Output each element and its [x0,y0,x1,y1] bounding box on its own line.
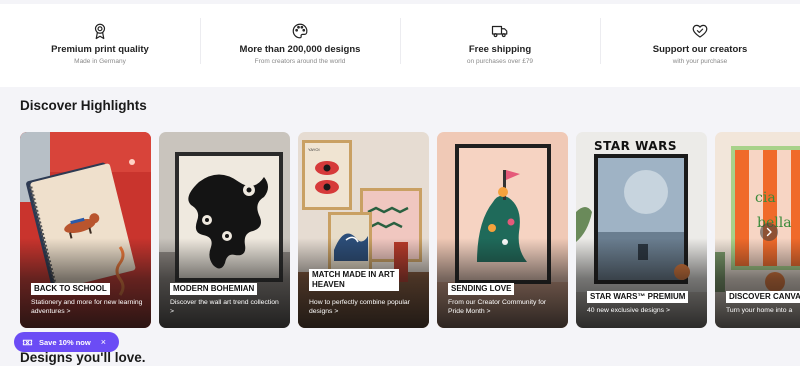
card-description: Stationery and more for new learning adv… [31,299,143,315]
chevron-right-icon [766,227,772,237]
usp-premium-quality: Premium print quality Made in Germany [0,4,200,87]
usp-support-creators: Support our creators with your purchase [600,4,800,87]
award-icon [91,22,109,40]
usp-free-shipping: Free shipping on purchases over £79 [400,4,600,87]
promo-label: Save 10% now [39,337,91,347]
card-label: SENDING LOVE [448,283,515,295]
highlights-title: Discover Highlights [20,98,147,113]
card-description: Discover the wall art trend collection > [170,299,279,315]
card-label: MATCH MADE IN ART HEAVEN [309,269,399,291]
close-icon[interactable]: × [101,337,106,347]
heart-handshake-icon [691,22,709,40]
usp-subtitle: with your purchase [672,58,728,65]
usp-subtitle: on purchases over £79 [466,58,534,65]
usp-subtitle: From creators around the world [254,58,346,65]
usp-title: Free shipping [468,44,532,55]
usp-title: Support our creators [652,44,748,55]
usp-designs: More than 200,000 designs From creators … [200,4,400,87]
usp-bar: Premium print quality Made in Germany Mo… [0,4,800,87]
card-description: Turn your home into a [726,307,793,314]
truck-icon [491,22,509,40]
card-label: STAR WARS™ PREMIUM [587,291,689,303]
card-description: How to perfectly combine popular designs… [309,299,410,315]
svg-text:cia: cia [755,190,776,206]
poster-title-star-wars: STAR WARS [594,139,677,153]
highlight-card-match-made[interactable]: YAYOI MATCH MADE IN ART HEAVEN How to pe… [298,132,429,328]
highlight-card-back-to-school[interactable]: BACK TO SCHOOL Stationery and more for n… [20,132,151,328]
svg-text:YAYOI: YAYOI [308,147,320,152]
highlights-carousel: BACK TO SCHOOL Stationery and more for n… [20,132,800,328]
carousel-next-button[interactable] [760,223,778,241]
card-label: MODERN BOHEMIAN [170,283,258,295]
card-description: From our Creator Community for Pride Mon… [448,299,547,315]
ticket-icon [22,337,33,348]
highlight-card-discover-canvas[interactable]: cia bella DISCOVER CANVA Turn your home … [715,132,800,328]
promo-button[interactable]: Save 10% now × [14,332,119,352]
palette-icon [291,22,309,40]
designs-title: Designs you'll love. [20,350,146,365]
highlight-card-star-wars[interactable]: STAR WARS STAR WARS™ PREMIUM 40 new excl… [576,132,707,328]
card-description: 40 new exclusive designs > [587,307,670,314]
card-label: DISCOVER CANVA [726,291,800,303]
highlight-card-modern-bohemian[interactable]: MODERN BOHEMIAN Discover the wall art tr… [159,132,290,328]
highlight-card-sending-love[interactable]: SENDING LOVE From our Creator Community … [437,132,568,328]
card-label: BACK TO SCHOOL [31,283,110,295]
usp-title: Premium print quality [51,44,149,55]
usp-title: More than 200,000 designs [239,44,361,55]
usp-subtitle: Made in Germany [74,58,126,65]
